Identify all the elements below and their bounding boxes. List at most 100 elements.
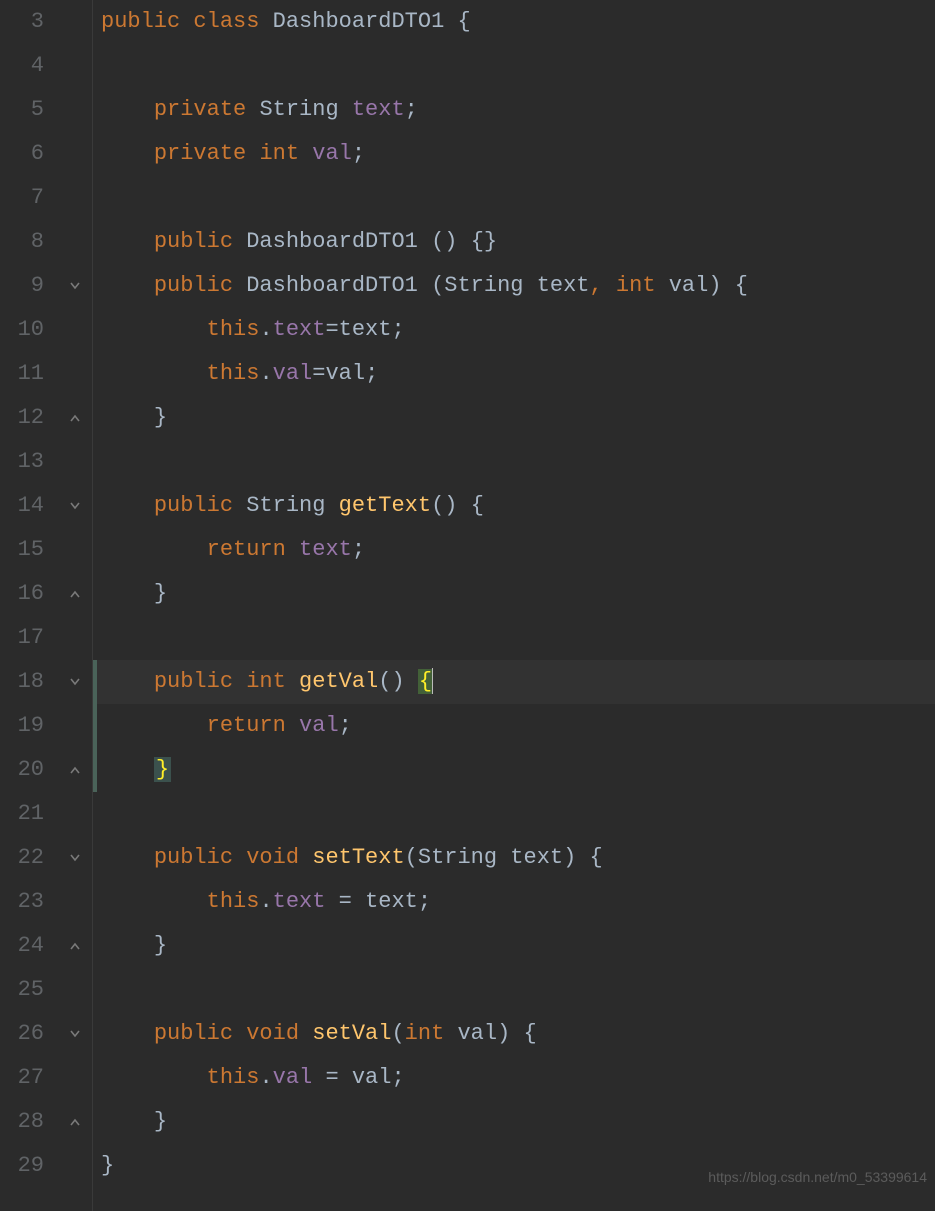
keyword: this <box>207 1065 260 1090</box>
code-line[interactable]: public void setVal(int val) { <box>101 1012 935 1056</box>
text-caret <box>432 668 433 694</box>
keyword: public <box>154 229 233 254</box>
line-number: 18 <box>0 660 44 704</box>
constructor: DashboardDTO1 <box>246 273 418 298</box>
code-line[interactable]: public int getVal() { <box>101 660 935 704</box>
code-line[interactable] <box>101 440 935 484</box>
code-line[interactable]: return text; <box>101 528 935 572</box>
brace: { <box>457 9 470 34</box>
change-marker <box>93 704 97 748</box>
keyword: private <box>154 97 246 122</box>
keyword: this <box>207 889 260 914</box>
line-number: 28 <box>0 1100 44 1144</box>
line-number: 23 <box>0 880 44 924</box>
field: val <box>273 361 313 386</box>
code-line[interactable]: private int val; <box>101 132 935 176</box>
line-number: 26 <box>0 1012 44 1056</box>
code-line[interactable]: this.val = val; <box>101 1056 935 1100</box>
code-line[interactable]: public class DashboardDTO1 { <box>101 0 935 44</box>
line-number: 19 <box>0 704 44 748</box>
keyword: public <box>154 273 233 298</box>
keyword: public <box>154 493 233 518</box>
line-number: 4 <box>0 44 44 88</box>
change-marker <box>93 660 97 704</box>
change-marker <box>93 748 97 792</box>
keyword: this <box>207 361 260 386</box>
type: int <box>259 141 299 166</box>
line-number: 24 <box>0 924 44 968</box>
method: setVal <box>312 1021 391 1046</box>
code-editor[interactable]: 3 4 5 6 7 8 9 10 11 12 13 14 15 16 17 18… <box>0 0 935 1211</box>
code-area[interactable]: public class DashboardDTO1 { private Str… <box>92 0 935 1211</box>
line-number: 27 <box>0 1056 44 1100</box>
line-number: 7 <box>0 176 44 220</box>
code-line[interactable] <box>101 176 935 220</box>
fold-end-icon[interactable] <box>66 937 84 955</box>
fold-collapse-icon[interactable] <box>66 497 84 515</box>
keyword: public <box>154 1021 233 1046</box>
line-number: 14 <box>0 484 44 528</box>
fold-end-icon[interactable] <box>66 585 84 603</box>
field: val <box>299 713 339 738</box>
line-number: 5 <box>0 88 44 132</box>
fold-end-icon[interactable] <box>66 761 84 779</box>
line-number: 9 <box>0 264 44 308</box>
code-line[interactable] <box>101 792 935 836</box>
field: text <box>352 97 405 122</box>
fold-collapse-icon[interactable] <box>66 277 84 295</box>
line-number: 10 <box>0 308 44 352</box>
code-line[interactable]: public void setText(String text) { <box>101 836 935 880</box>
code-line[interactable]: public String getText() { <box>101 484 935 528</box>
code-line[interactable] <box>101 44 935 88</box>
field: text <box>273 317 326 342</box>
code-line[interactable]: public DashboardDTO1 () {} <box>101 220 935 264</box>
code-line[interactable] <box>101 968 935 1012</box>
line-number: 13 <box>0 440 44 484</box>
fold-collapse-icon[interactable] <box>66 1025 84 1043</box>
line-number: 3 <box>0 0 44 44</box>
constructor: DashboardDTO1 <box>246 229 418 254</box>
line-number: 17 <box>0 616 44 660</box>
code-line[interactable]: private String text; <box>101 88 935 132</box>
line-number: 6 <box>0 132 44 176</box>
brace-match: { <box>418 669 433 694</box>
field: text <box>299 537 352 562</box>
keyword: public <box>154 669 233 694</box>
code-line[interactable]: this.val=val; <box>101 352 935 396</box>
code-line[interactable]: } <box>101 748 935 792</box>
fold-end-icon[interactable] <box>66 1113 84 1131</box>
code-line[interactable]: } <box>101 1100 935 1144</box>
watermark-text: https://blog.csdn.net/m0_53399614 <box>708 1155 927 1199</box>
line-number: 11 <box>0 352 44 396</box>
brace-match: } <box>154 757 171 782</box>
line-number-gutter: 3 4 5 6 7 8 9 10 11 12 13 14 15 16 17 18… <box>0 0 62 1211</box>
field: text <box>273 889 326 914</box>
keyword: public <box>154 845 233 870</box>
line-number: 21 <box>0 792 44 836</box>
class-name: DashboardDTO1 <box>273 9 445 34</box>
line-number: 22 <box>0 836 44 880</box>
code-line[interactable]: } <box>101 572 935 616</box>
code-line[interactable]: public DashboardDTO1 (String text, int v… <box>101 264 935 308</box>
code-line[interactable]: } <box>101 924 935 968</box>
fold-collapse-icon[interactable] <box>66 673 84 691</box>
code-line[interactable]: } <box>101 396 935 440</box>
keyword: public <box>101 9 180 34</box>
type: String <box>259 97 338 122</box>
code-line[interactable]: this.text = text; <box>101 880 935 924</box>
fold-gutter <box>62 0 92 1211</box>
code-line[interactable] <box>101 616 935 660</box>
method: getText <box>339 493 431 518</box>
fold-collapse-icon[interactable] <box>66 849 84 867</box>
keyword: class <box>193 9 259 34</box>
line-number: 8 <box>0 220 44 264</box>
field: val <box>312 141 352 166</box>
keyword: private <box>154 141 246 166</box>
line-number: 20 <box>0 748 44 792</box>
fold-end-icon[interactable] <box>66 409 84 427</box>
line-number: 12 <box>0 396 44 440</box>
code-line[interactable]: this.text=text; <box>101 308 935 352</box>
code-line[interactable]: return val; <box>101 704 935 748</box>
line-number: 29 <box>0 1144 44 1188</box>
keyword: return <box>207 537 286 562</box>
